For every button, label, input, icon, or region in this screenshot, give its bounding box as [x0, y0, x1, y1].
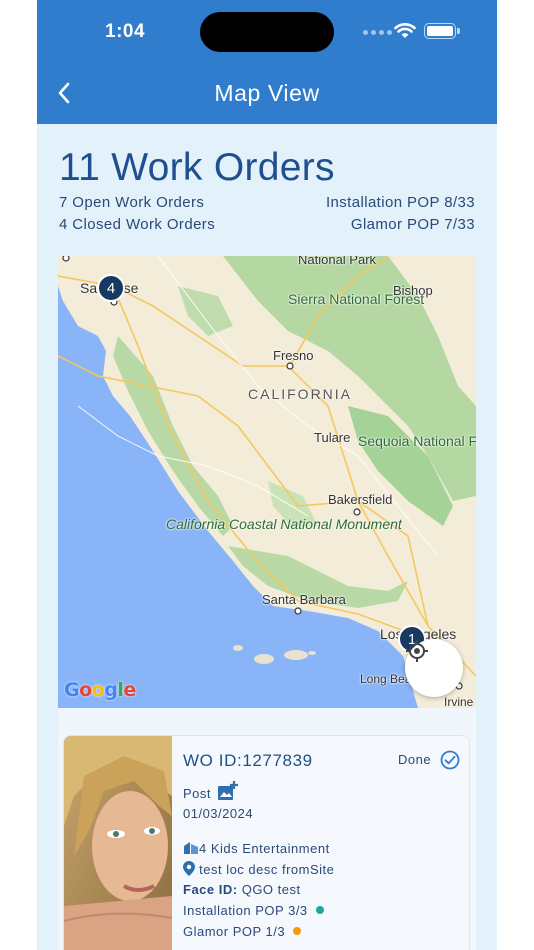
map-label-monument: California Coastal National Monument	[166, 515, 402, 533]
glamor-pop-summary: Glamor POP 7/33	[350, 216, 475, 233]
open-work-orders: 7 Open Work Orders	[59, 194, 205, 211]
installation-pop-summary: Installation POP 8/33	[325, 194, 475, 211]
face-id-value: QGO test	[241, 882, 301, 897]
work-order-photo	[64, 736, 172, 950]
wifi-icon	[394, 23, 416, 38]
map-label-sequoia: Sequoia National Forest	[358, 433, 476, 449]
status-time: 1:04	[105, 21, 146, 42]
work-orders-map[interactable]: National Park San Jose Bishop Sierra Nat…	[58, 256, 476, 708]
closed-work-orders: 4 Closed Work Orders	[59, 216, 216, 233]
company-name: 4 Kids Entertainment	[199, 841, 330, 856]
installation-pop-label: Installation POP 3/3	[183, 903, 308, 918]
my-location-button[interactable]	[405, 639, 463, 697]
map-label-tulare: Tulare	[314, 430, 351, 445]
map-label-irvine: Irvine	[444, 695, 474, 708]
location-row: test loc desc fromSite	[183, 861, 334, 877]
face-id-label: Face ID:	[183, 882, 238, 897]
add-photo-icon	[218, 781, 239, 800]
map-label-santa-barbara: Santa Barbara	[262, 592, 346, 607]
check-circle-icon	[440, 750, 460, 770]
dynamic-island	[200, 12, 334, 52]
installation-pop-row: Installation POP 3/3	[183, 903, 324, 918]
page-title: Map View	[214, 80, 320, 106]
map-label-california: CALIFORNIA	[248, 386, 353, 402]
map-label-national-park: National Park	[298, 256, 377, 267]
work-order-type: Post	[183, 780, 239, 802]
map-label-fresno: Fresno	[273, 348, 314, 363]
phone-screen: 1:04 Map View 11 Work Orders 7 Open Work…	[37, 0, 497, 950]
work-order-card[interactable]: WO ID:1277839 Done Post 01/03/2024 4 Kid…	[63, 735, 470, 950]
crosshair-icon	[406, 640, 428, 662]
battery-icon	[424, 23, 456, 39]
company-row: 4 Kids Entertainment	[183, 840, 330, 856]
work-order-type-label: Post	[183, 786, 212, 801]
battery-cap	[457, 28, 460, 34]
map-label-bakersfield: Bakersfield	[328, 492, 393, 507]
google-logo: Google	[64, 679, 136, 701]
map-cluster-san-jose[interactable]: 4	[97, 274, 125, 302]
company-icon	[184, 842, 198, 854]
glamor-pop-label: Glamor POP 1/3	[183, 924, 286, 939]
map-label-sierra-forest: Sierra National Forest	[288, 291, 425, 307]
location-pin-icon	[183, 861, 195, 876]
work-order-id: WO ID:1277839	[183, 751, 313, 770]
work-order-date: 01/03/2024	[183, 806, 254, 821]
app-header: 1:04 Map View	[37, 0, 497, 124]
glamor-pop-row: Glamor POP 1/3	[183, 924, 302, 939]
installation-status-dot	[315, 906, 324, 914]
glamor-status-dot	[293, 927, 302, 935]
face-id-row: Face ID: QGO test	[183, 882, 301, 897]
status-label: Done	[398, 752, 432, 767]
cellular-signal-icon	[363, 30, 392, 35]
work-orders-count: 11 Work Orders	[59, 146, 335, 189]
location-description: test loc desc fromSite	[199, 862, 335, 877]
